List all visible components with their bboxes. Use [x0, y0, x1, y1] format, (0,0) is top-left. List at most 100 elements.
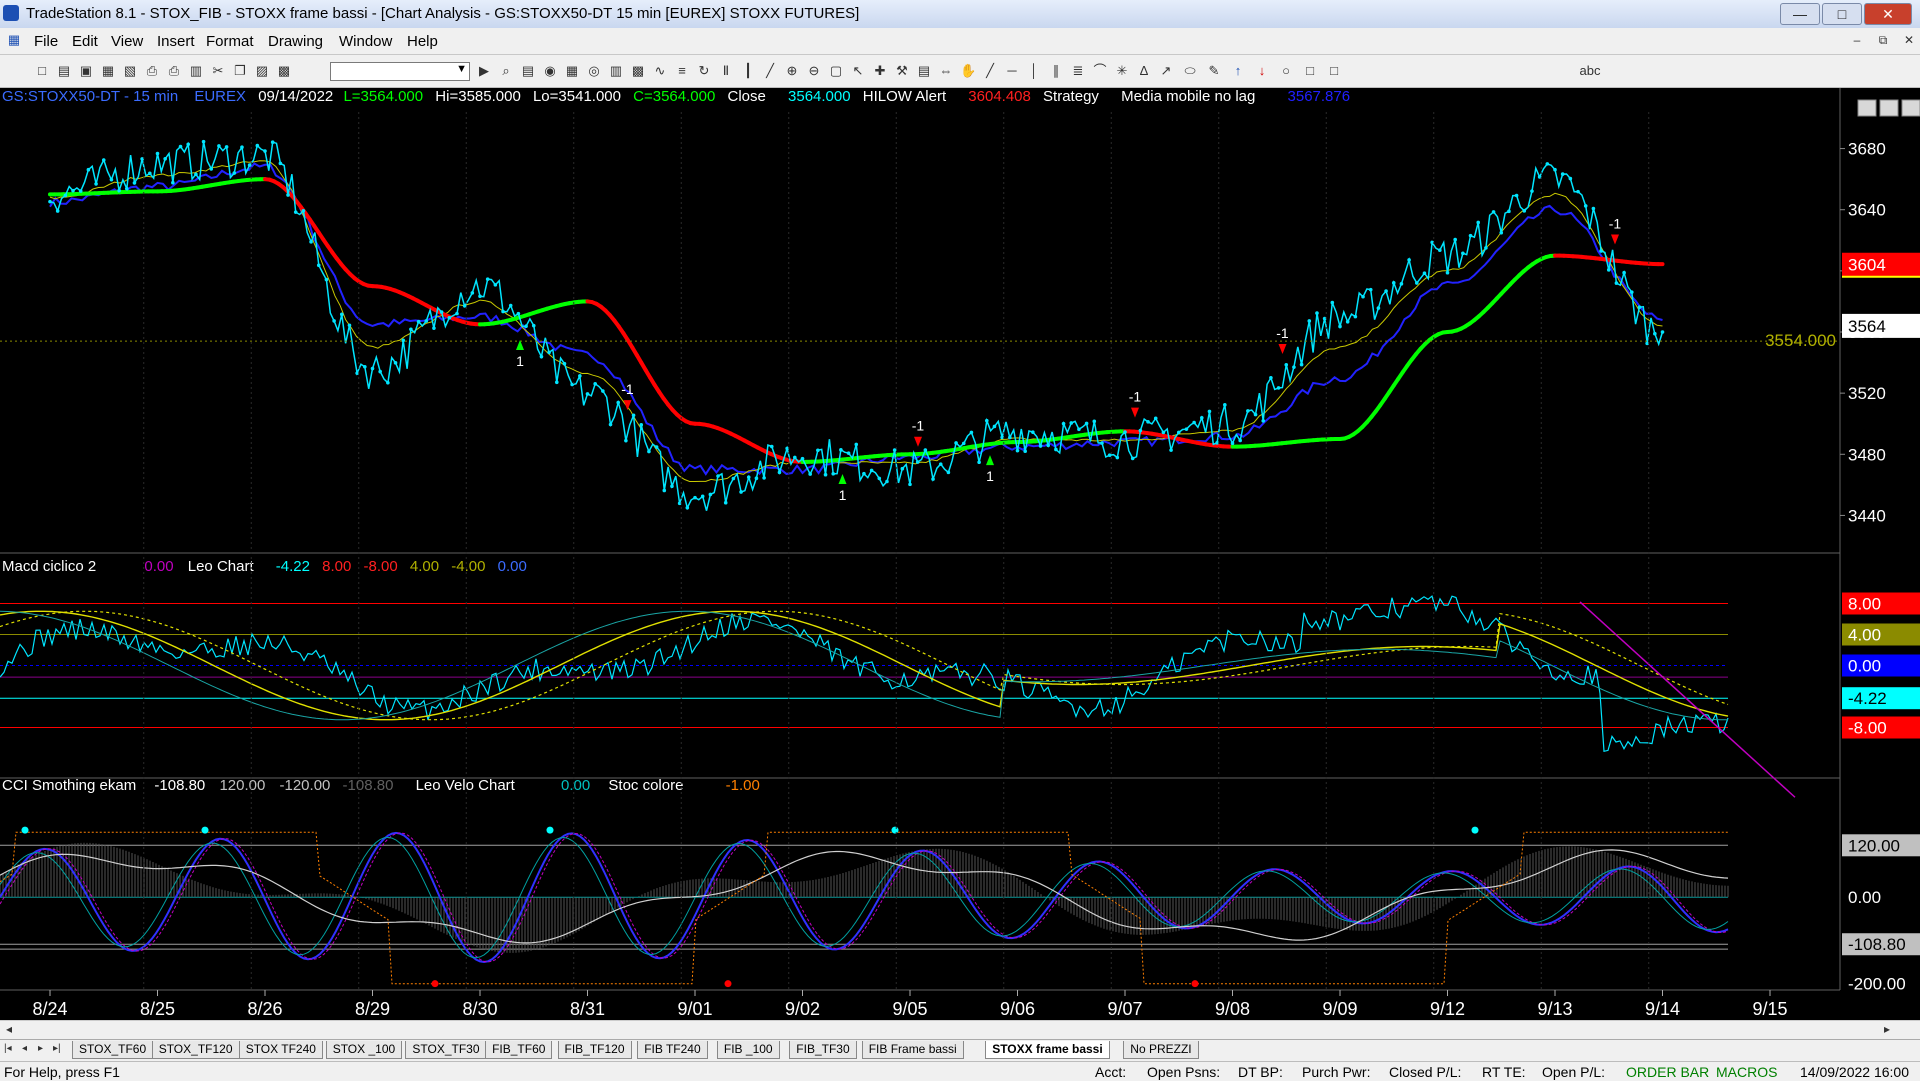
fib-icon[interactable]: ≣ — [1070, 63, 1086, 79]
menu-file[interactable]: File — [34, 33, 58, 50]
go-icon[interactable]: ▶ — [476, 63, 492, 79]
andrews-icon[interactable]: ∆ — [1136, 63, 1152, 79]
scroll-icon[interactable]: ⇔ — [938, 63, 954, 79]
copy-icon[interactable]: ❐ — [232, 63, 248, 79]
refresh-icon[interactable]: ↻ — [696, 63, 712, 79]
workspace-tab-stox-tf120[interactable]: STOX_TF120 — [152, 1041, 240, 1059]
menu-format[interactable]: Format — [206, 33, 254, 50]
menu-edit[interactable]: Edit — [72, 33, 98, 50]
data-window-icon[interactable]: ▥ — [608, 63, 624, 79]
ellipse-icon[interactable]: ⬭ — [1182, 63, 1198, 79]
panel-restore-button[interactable] — [1880, 100, 1898, 116]
paste-icon[interactable]: ▨ — [254, 63, 270, 79]
tab-last-icon[interactable]: ▸| — [53, 1043, 61, 1054]
scanner-icon[interactable]: ◎ — [586, 63, 602, 79]
workspace-tab-stox-tf30[interactable]: STOX_TF30 — [405, 1041, 486, 1059]
mdi-minimize-button[interactable]: – — [1848, 33, 1866, 49]
pen-icon[interactable]: ✎ — [1206, 63, 1222, 79]
snap-icon[interactable]: ▤ — [916, 63, 932, 79]
find-icon[interactable]: ⌕ — [498, 63, 514, 79]
panel-close-button[interactable] — [1902, 100, 1920, 116]
close-icon[interactable]: ▧ — [122, 63, 138, 79]
price-header-media-label: Media mobile no lag — [1121, 88, 1255, 105]
chart-doc-icon[interactable]: ▦ — [6, 32, 22, 48]
rect-icon[interactable]: □ — [1302, 63, 1318, 79]
tab-first-icon[interactable]: |◂ — [4, 1043, 12, 1054]
menu-window[interactable]: Window — [339, 33, 392, 50]
panel-minimize-button[interactable] — [1858, 100, 1876, 116]
close-price-point — [1092, 420, 1096, 424]
workspace-tab-fib-tf240[interactable]: FIB TF240 — [637, 1041, 707, 1059]
channel-icon[interactable]: ∥ — [1048, 63, 1064, 79]
status-macros[interactable]: MACROS — [1716, 1064, 1777, 1080]
menu-view[interactable]: View — [111, 33, 143, 50]
horizontal-scrollbar[interactable]: ◂ ▸ — [0, 1020, 1920, 1039]
vline-icon[interactable]: │ — [1026, 63, 1042, 79]
gann-icon[interactable]: ✳ — [1114, 63, 1130, 79]
cursor-icon[interactable]: ↖ — [850, 63, 866, 79]
print-icon[interactable]: ⎙ — [166, 63, 182, 79]
status-order-bar[interactable]: ORDER BAR — [1626, 1064, 1709, 1080]
app-icon[interactable]: ▩ — [276, 63, 292, 79]
close-price-point — [908, 483, 912, 487]
save-all-icon[interactable]: ▦ — [100, 63, 116, 79]
hline-icon[interactable]: ─ — [1004, 63, 1020, 79]
new-doc-icon[interactable]: □ — [34, 63, 50, 79]
chart-window[interactable]: 3554.00036803640360035603520348034403604… — [0, 88, 1920, 1022]
workspace-tab-fib-frame-bassi[interactable]: FIB Frame bassi — [862, 1041, 964, 1059]
down-arrow-icon[interactable]: ↓ — [1254, 63, 1270, 79]
workspace-tab-no-prezzi[interactable]: No PREZZI — [1123, 1041, 1198, 1059]
print-preview-icon[interactable]: ⎙ — [144, 63, 160, 79]
close-button[interactable]: ✕ — [1864, 3, 1912, 25]
zoom-out-icon[interactable]: ⊖ — [806, 63, 822, 79]
arc-icon[interactable]: ⌒ — [1092, 63, 1108, 79]
regression-icon[interactable]: ↗ — [1158, 63, 1174, 79]
tab-prev-icon[interactable]: ◂ — [22, 1043, 27, 1054]
mdi-restore-button[interactable]: ⧉ — [1874, 33, 1892, 49]
workspace-tab-fib-tf30[interactable]: FIB_TF30 — [789, 1041, 856, 1059]
circle-icon[interactable]: ○ — [1278, 63, 1294, 79]
text-tool-button[interactable]: abc — [1575, 63, 1605, 79]
workspace-tab-fib-tf120[interactable]: FIB_TF120 — [558, 1041, 632, 1059]
crosshair-icon[interactable]: ✚ — [872, 63, 888, 79]
workspace-tab-fib-100[interactable]: FIB _100 — [717, 1041, 780, 1059]
minimize-button[interactable]: — — [1780, 3, 1820, 25]
scroll-right-icon[interactable]: ▸ — [1884, 1022, 1890, 1036]
zoom-fit-icon[interactable]: ▢ — [828, 63, 844, 79]
radar-icon[interactable]: ◉ — [542, 63, 558, 79]
menu-drawing[interactable]: Drawing — [268, 33, 323, 50]
line-icon[interactable]: ╱ — [762, 63, 778, 79]
open-icon[interactable]: ▤ — [56, 63, 72, 79]
scroll-left-icon[interactable]: ◂ — [6, 1022, 12, 1036]
close-price-point — [225, 145, 229, 149]
strategy-icon[interactable]: ▩ — [630, 63, 646, 79]
bar-icon[interactable]: Ⅱ — [718, 63, 734, 79]
maximize-button[interactable]: □ — [1822, 3, 1862, 25]
menu-insert[interactable]: Insert — [157, 33, 195, 50]
hand-icon[interactable]: ✋ — [960, 63, 976, 79]
workspace-tab-stox-tf240[interactable]: STOX TF240 — [239, 1041, 323, 1059]
workspace-tab-fib-tf60[interactable]: FIB_TF60 — [485, 1041, 552, 1059]
mdi-close-button[interactable]: ✕ — [1900, 33, 1918, 49]
up-arrow-icon[interactable]: ↑ — [1230, 63, 1246, 79]
workspace-tab-stoxx-frame-bassi[interactable]: STOXX frame bassi — [985, 1041, 1110, 1059]
indicator-icon[interactable]: ∿ — [652, 63, 668, 79]
tools-icon[interactable]: ⚒ — [894, 63, 910, 79]
matrix-icon[interactable]: ▦ — [564, 63, 580, 79]
chart-icon[interactable]: ▤ — [520, 63, 536, 79]
workspace-icon[interactable]: ▥ — [188, 63, 204, 79]
workspace-tab-stox-tf60[interactable]: STOX_TF60 — [72, 1041, 153, 1059]
candle-icon[interactable]: ┃ — [740, 63, 756, 79]
text-icon[interactable]: □ — [1326, 63, 1342, 79]
symbol-combo[interactable]: ▼ — [330, 62, 470, 81]
combo-arrow-icon[interactable]: ▼ — [456, 63, 467, 75]
compare-icon[interactable]: ≡ — [674, 63, 690, 79]
menu-help[interactable]: Help — [407, 33, 438, 50]
workspace-tab-stox-100[interactable]: STOX _100 — [326, 1041, 402, 1059]
zoom-in-icon[interactable]: ⊕ — [784, 63, 800, 79]
cut-icon[interactable]: ✂ — [210, 63, 226, 79]
trendline-icon[interactable]: ╱ — [982, 63, 998, 79]
chart-canvas[interactable]: 3554.00036803640360035603520348034403604… — [0, 88, 1920, 1022]
tab-next-icon[interactable]: ▸ — [38, 1043, 43, 1054]
save-icon[interactable]: ▣ — [78, 63, 94, 79]
